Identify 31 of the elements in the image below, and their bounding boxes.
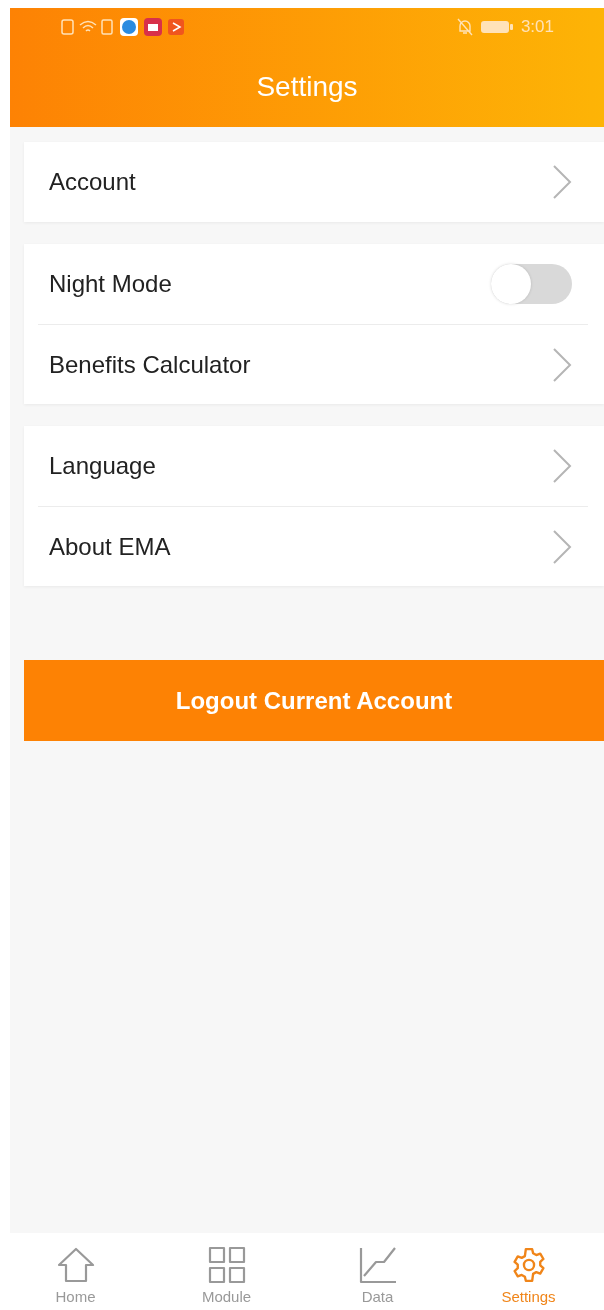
home-icon bbox=[55, 1245, 96, 1284]
line-chart-icon bbox=[357, 1245, 398, 1284]
tab-label: Data bbox=[361, 1286, 394, 1307]
settings-label: Account bbox=[49, 167, 136, 197]
settings-row-button[interactable] bbox=[552, 448, 572, 484]
tab-bar-item[interactable]: Settings bbox=[453, 1233, 604, 1310]
toggle-thumb bbox=[491, 264, 531, 304]
battery-icon bbox=[480, 20, 513, 34]
logout-button[interactable]: Logout Current Account bbox=[24, 660, 604, 741]
tab-label: Module bbox=[201, 1286, 252, 1307]
tab-label: Settings bbox=[501, 1286, 556, 1307]
tab-bar-item[interactable]: Module bbox=[151, 1233, 302, 1310]
settings-label: Language bbox=[49, 451, 156, 481]
chevron-right-icon bbox=[552, 528, 572, 565]
settings-row-button[interactable] bbox=[552, 528, 572, 565]
chevron-right-icon bbox=[552, 346, 572, 383]
settings-row-button[interactable] bbox=[552, 164, 572, 200]
grid-icon bbox=[207, 1245, 246, 1284]
tab-bar-item[interactable]: Data bbox=[302, 1233, 453, 1310]
tab-bar-item[interactable]: Home bbox=[0, 1233, 151, 1310]
settings-label: About EMA bbox=[49, 531, 171, 562]
toggle-switch[interactable] bbox=[491, 264, 572, 304]
settings-label: Benefits Calculator bbox=[49, 349, 251, 380]
tab-label: Home bbox=[55, 1286, 96, 1307]
bell-off-icon bbox=[456, 18, 473, 36]
settings-row-button[interactable] bbox=[552, 346, 572, 383]
chevron-right-icon bbox=[552, 448, 572, 484]
page-title: Settings bbox=[256, 69, 358, 104]
status-time: 3:01 bbox=[520, 16, 554, 39]
chevron-right-icon bbox=[552, 164, 572, 200]
settings-label: Night Mode bbox=[49, 269, 172, 299]
